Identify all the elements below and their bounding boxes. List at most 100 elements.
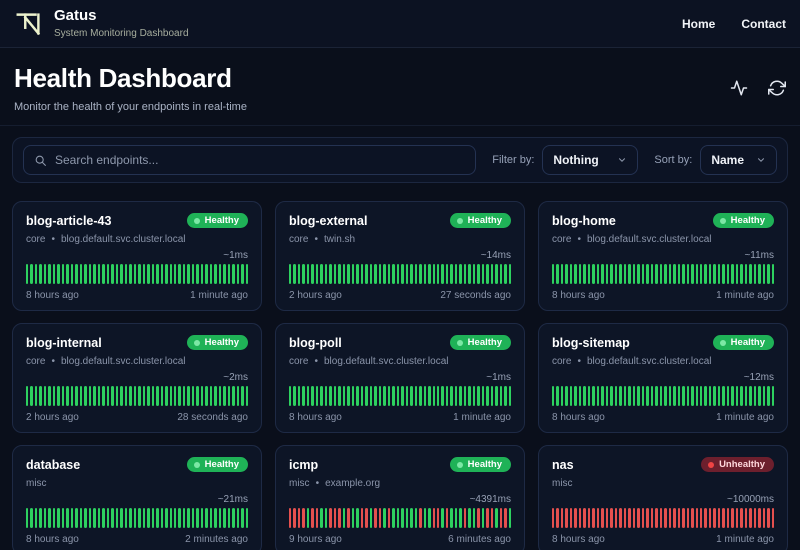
uptime-bar [735, 264, 739, 284]
status-dot-icon [456, 461, 463, 468]
endpoint-card[interactable]: database Healthy misc ~21ms 8 hours ago … [12, 445, 262, 550]
endpoint-latency: ~4391ms [469, 494, 511, 505]
first-check-time: 2 hours ago [289, 290, 342, 301]
nav-link-home[interactable]: Home [682, 17, 715, 31]
uptime-bar [419, 386, 422, 406]
uptime-bar [610, 386, 613, 406]
last-check-time: 27 seconds ago [440, 290, 511, 301]
uptime-bars[interactable] [552, 386, 775, 406]
endpoint-group: misc [552, 477, 573, 489]
uptime-bar [356, 386, 359, 406]
uptime-bar [605, 386, 609, 406]
uptime-bar [396, 264, 400, 284]
uptime-bar [499, 508, 503, 528]
endpoint-card[interactable]: blog-internal Healthy core • blog.defaul… [12, 323, 262, 433]
uptime-bar [209, 264, 213, 284]
uptime-bar [191, 508, 195, 528]
endpoint-name: blog-home [552, 213, 616, 228]
uptime-bar [84, 264, 87, 284]
uptime-bar [97, 264, 101, 284]
uptime-bar [214, 264, 217, 284]
uptime-bar [436, 508, 440, 528]
status-badge: Healthy [449, 334, 511, 351]
uptime-bar [691, 386, 694, 406]
uptime-bar [495, 508, 498, 528]
first-check-time: 8 hours ago [26, 290, 79, 301]
uptime-bar [61, 508, 65, 528]
status-badge: Healthy [712, 212, 774, 229]
status-label: Healthy [204, 458, 239, 470]
uptime-bar [499, 264, 503, 284]
uptime-bar [297, 508, 301, 528]
uptime-bar [315, 508, 319, 528]
uptime-bar [428, 386, 431, 406]
uptime-bar [695, 386, 698, 406]
uptime-bar [596, 508, 600, 528]
uptime-bar [106, 264, 110, 284]
endpoint-host: blog.default.svc.cluster.local [323, 355, 449, 367]
uptime-bar [232, 264, 235, 284]
uptime-bar [289, 508, 292, 528]
uptime-bar [668, 386, 672, 406]
endpoint-meta: core • blog.default.svc.cluster.local [552, 355, 774, 367]
uptime-bar [722, 508, 725, 528]
uptime-bar [771, 386, 775, 406]
search-box[interactable] [23, 145, 477, 175]
uptime-bar [459, 508, 462, 528]
sort-dropdown[interactable]: Name [700, 145, 777, 175]
uptime-bar [182, 508, 186, 528]
first-check-time: 9 hours ago [289, 534, 342, 545]
refresh-icon[interactable] [768, 79, 786, 97]
endpoint-card[interactable]: blog-article-43 Healthy core • blog.defa… [12, 201, 262, 311]
filter-dropdown[interactable]: Nothing [542, 145, 639, 175]
nav-link-contact[interactable]: Contact [741, 17, 786, 31]
uptime-bar [34, 508, 38, 528]
brand[interactable]: Gatus System Monitoring Dashboard [14, 8, 189, 39]
uptime-bars[interactable] [26, 508, 249, 528]
endpoint-host: blog.default.svc.cluster.local [60, 355, 186, 367]
uptime-bar [293, 508, 296, 528]
uptime-bars[interactable] [552, 264, 775, 284]
endpoint-card[interactable]: icmp Healthy misc • example.org ~4391ms … [275, 445, 525, 550]
uptime-bars[interactable] [26, 386, 249, 406]
uptime-bar [428, 264, 431, 284]
uptime-bar [650, 264, 654, 284]
uptime-bars[interactable] [26, 264, 249, 284]
uptime-bars[interactable] [289, 508, 512, 528]
uptime-bar [731, 386, 734, 406]
uptime-bars[interactable] [289, 386, 512, 406]
uptime-bar [601, 264, 604, 284]
uptime-bar [147, 264, 150, 284]
endpoint-card[interactable]: blog-external Healthy core • twin.sh ~14… [275, 201, 525, 311]
activity-icon[interactable] [730, 79, 748, 97]
endpoint-card[interactable]: nas Unhealthy misc ~10000ms 8 hours ago … [538, 445, 788, 550]
uptime-bar [351, 508, 355, 528]
uptime-bar [218, 264, 222, 284]
uptime-bar [302, 264, 305, 284]
uptime-bar [84, 508, 87, 528]
uptime-bar [744, 508, 748, 528]
separator-dot: • [577, 233, 581, 245]
search-input[interactable] [55, 153, 466, 167]
uptime-bar [165, 386, 168, 406]
uptime-bar [508, 264, 512, 284]
uptime-bar [454, 264, 458, 284]
uptime-bar [182, 264, 186, 284]
uptime-bar [169, 386, 172, 406]
endpoint-card[interactable]: blog-poll Healthy core • blog.default.sv… [275, 323, 525, 433]
uptime-bar [614, 386, 618, 406]
endpoint-name: blog-poll [289, 335, 342, 350]
uptime-bar [646, 264, 649, 284]
uptime-bars[interactable] [552, 508, 775, 528]
endpoint-card[interactable]: blog-home Healthy core • blog.default.sv… [538, 201, 788, 311]
uptime-bar [75, 508, 78, 528]
endpoint-card[interactable]: blog-sitemap Healthy core • blog.default… [538, 323, 788, 433]
uptime-bars[interactable] [289, 264, 512, 284]
uptime-bar [97, 386, 101, 406]
uptime-bar [744, 386, 748, 406]
status-label: Healthy [467, 214, 502, 226]
page-subtitle: Monitor the health of your endpoints in … [14, 101, 247, 113]
uptime-bar [583, 264, 586, 284]
uptime-bar [329, 386, 332, 406]
endpoint-host: twin.sh [323, 233, 356, 245]
